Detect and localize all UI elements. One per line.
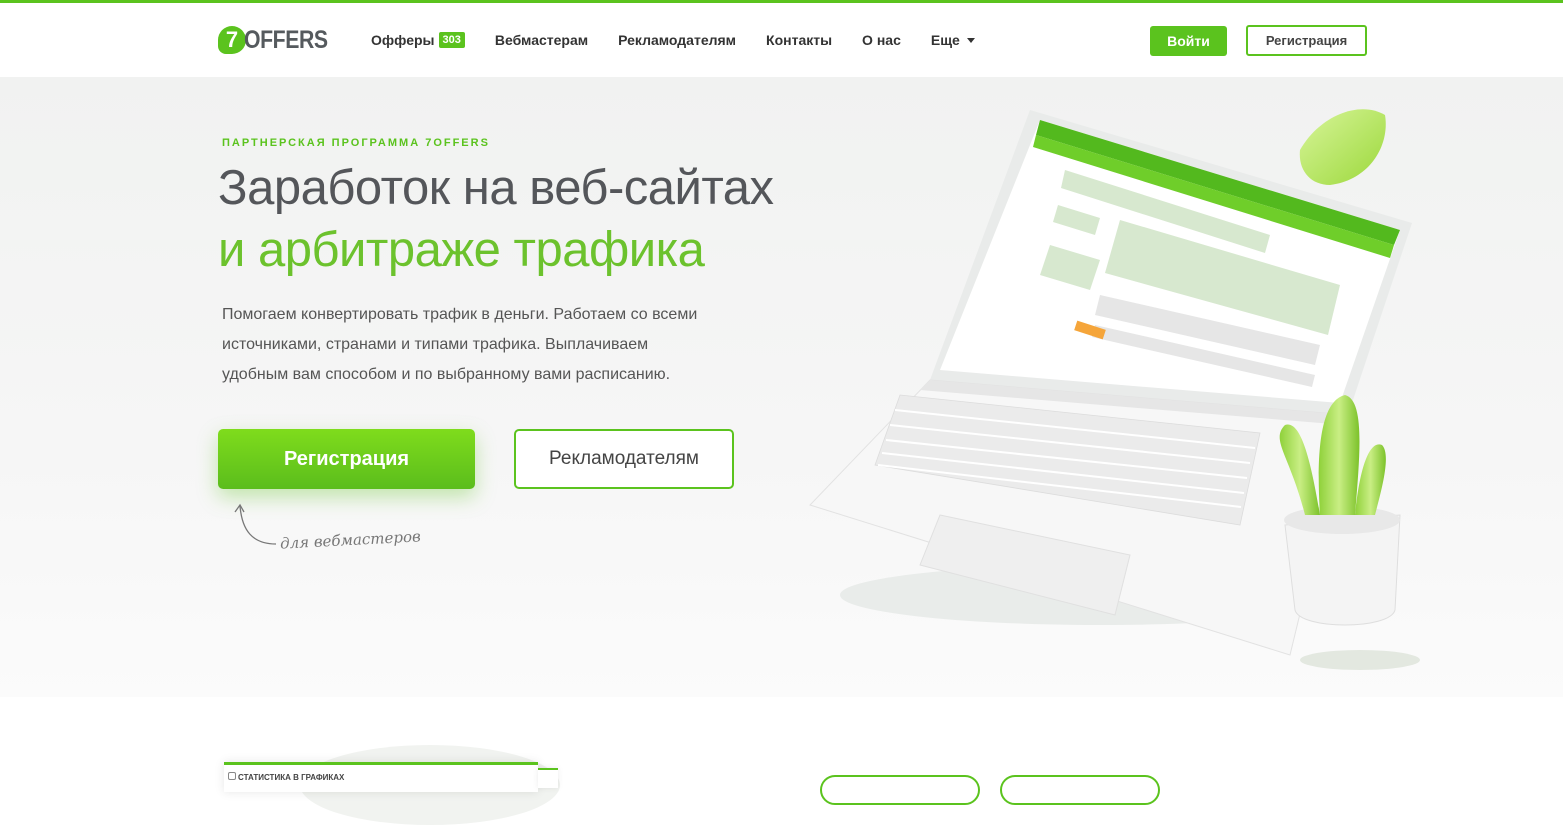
- hero-advertisers-button[interactable]: Рекламодателям: [514, 429, 734, 489]
- nav-item-label: Офферы: [371, 32, 435, 48]
- hero-register-button[interactable]: Регистрация: [218, 429, 475, 489]
- nav-item-contacts[interactable]: Контакты: [766, 32, 832, 48]
- feature-pill[interactable]: [1000, 775, 1160, 805]
- hero-description-line: источниками, странами и типами трафика. …: [222, 336, 649, 353]
- stats-card-secondary: [538, 768, 558, 788]
- chevron-down-icon: [966, 37, 975, 43]
- nav-item-about[interactable]: О нас: [862, 32, 901, 48]
- main-nav: Офферы 303 Вебмастерам Рекламодателям Ко…: [371, 3, 975, 77]
- logo-text: OFFERS: [244, 25, 328, 54]
- offers-count-badge: 303: [438, 32, 465, 48]
- nav-item-more[interactable]: Еще: [931, 32, 975, 48]
- nav-item-label: Рекламодателям: [618, 32, 737, 48]
- hero-description: Помогаем конвертировать трафик в деньги.…: [222, 300, 742, 390]
- feature-pill[interactable]: [820, 775, 980, 805]
- logo-mark: 7: [218, 26, 246, 54]
- hero-description-line: Помогаем конвертировать трафик в деньги.…: [222, 306, 698, 323]
- lime-decoration-icon: [1299, 109, 1386, 185]
- nav-item-label: Вебмастерам: [494, 32, 589, 48]
- nav-item-webmasters[interactable]: Вебмастерам: [495, 32, 588, 48]
- laptop-illustration: [809, 109, 1420, 670]
- login-button[interactable]: Войти: [1150, 26, 1227, 56]
- hero-description-line: удобным вам способом и по выбранному вам…: [222, 366, 671, 383]
- nav-item-label: Контакты: [766, 32, 833, 48]
- chart-icon: [228, 772, 236, 780]
- nav-item-label: О нас: [862, 32, 901, 48]
- logo[interactable]: 7 OFFERS: [218, 23, 342, 57]
- nav-item-advertisers[interactable]: Рекламодателям: [618, 32, 736, 48]
- hero-kicker: ПАРТНЕРСКАЯ ПРОГРАММА 7OFFERS: [222, 137, 490, 149]
- nav-item-offers[interactable]: Офферы 303: [371, 32, 465, 48]
- nav-item-label: Еще: [930, 32, 960, 48]
- site-header: 7 OFFERS Офферы 303 Вебмастерам Рекламод…: [0, 3, 1563, 77]
- hero-title-line1: Заработок на веб-сайтах: [218, 161, 774, 215]
- curved-arrow-icon: [234, 503, 277, 545]
- stats-card: Статистика в графиках: [224, 762, 538, 792]
- header-register-button[interactable]: Регистрация: [1246, 25, 1367, 56]
- hero-title-line2: и арбитраже трафика: [218, 223, 705, 277]
- stats-card-title: Статистика в графиках: [238, 773, 345, 782]
